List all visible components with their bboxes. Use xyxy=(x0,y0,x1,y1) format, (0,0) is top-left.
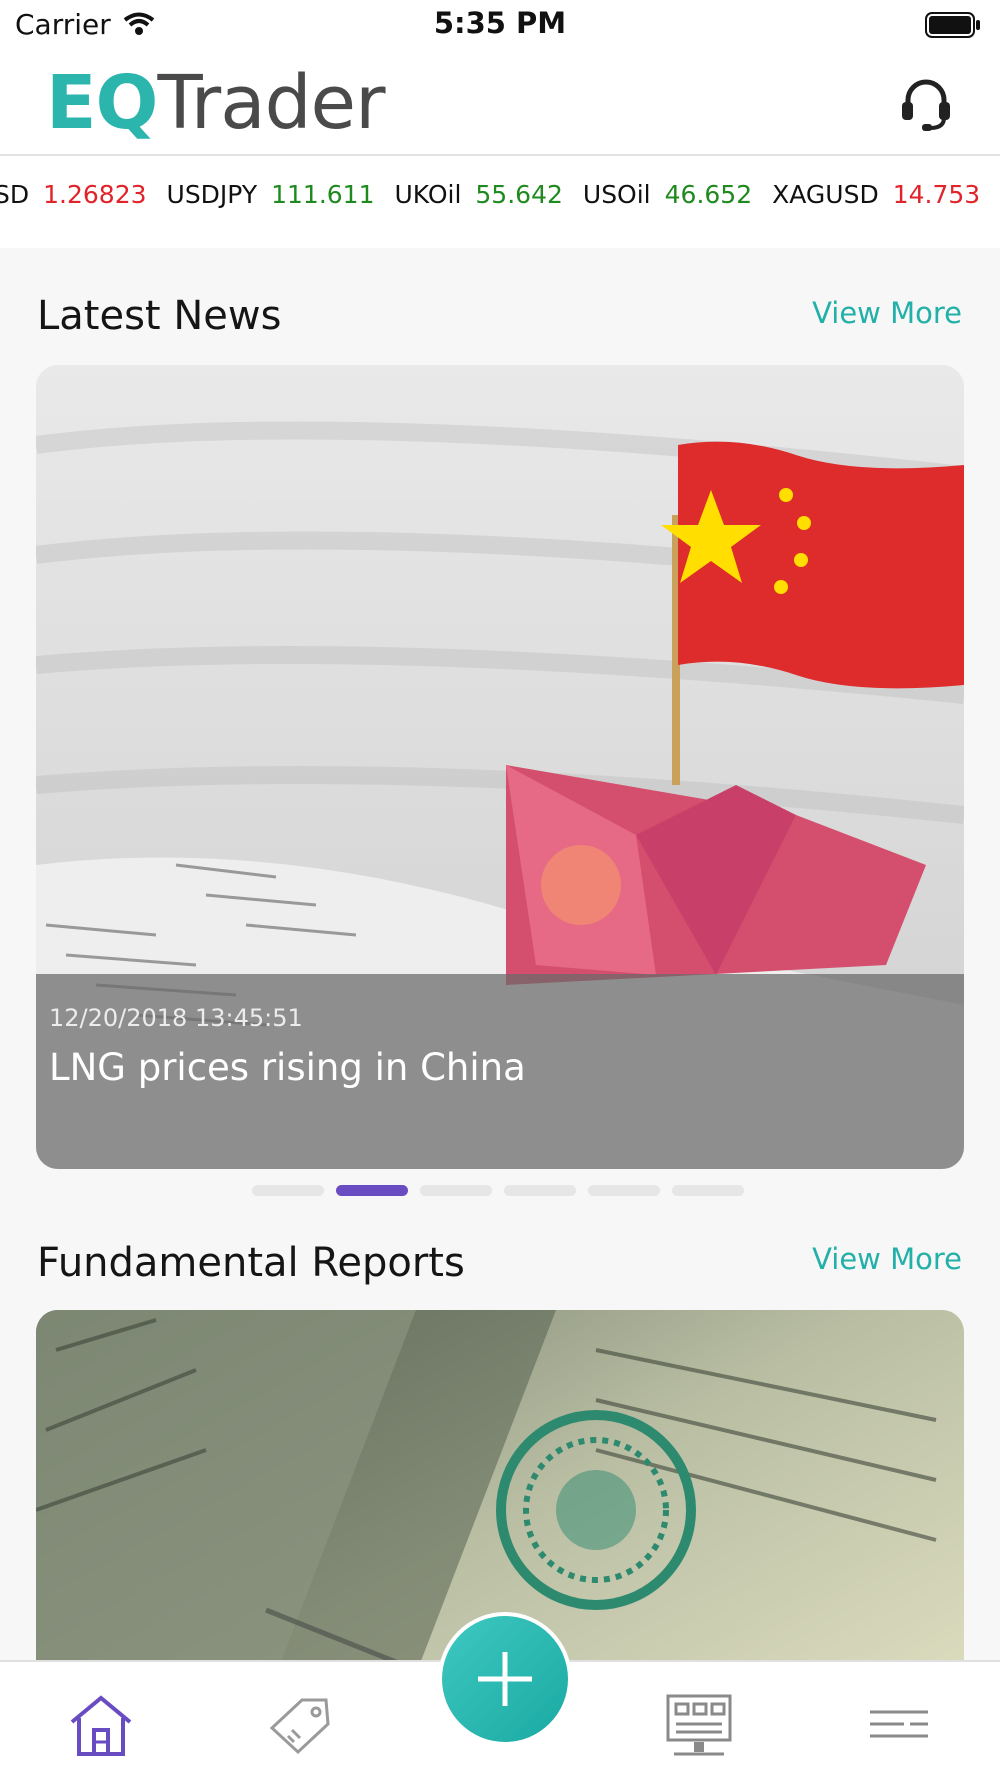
app-header: EQTrader xyxy=(0,50,1000,156)
carousel-dot[interactable] xyxy=(420,1185,492,1196)
ticker-price: 111.611 xyxy=(271,180,375,209)
news-board-icon[interactable] xyxy=(664,1692,734,1758)
ticker-price: 1.26823 xyxy=(43,180,147,209)
ticker-price: 55.642 xyxy=(475,180,563,209)
menu-icon[interactable] xyxy=(864,1692,934,1758)
status-bar: Carrier 5:35 PM xyxy=(0,0,1000,50)
price-ticker[interactable]: SD 1.26823 USDJPY 111.611 UKOil 55.642 USOil 46… xyxy=(0,156,1000,248)
logo-eq: EQ xyxy=(46,60,158,146)
home-icon[interactable] xyxy=(66,1692,136,1758)
carousel-dot[interactable] xyxy=(504,1185,576,1196)
ticker-price: 14.753 xyxy=(892,180,981,209)
ticker-symbol[interactable]: XAGUSD xyxy=(772,180,879,209)
app-logo: EQTrader xyxy=(46,60,386,146)
add-icon xyxy=(478,1652,532,1706)
latest-news-heading: Latest News xyxy=(37,293,282,339)
latest-news-view-more-link[interactable]: View More xyxy=(812,296,962,330)
news-caption-overlay: 12/20/2018 13:45:51 LNG prices rising in… xyxy=(36,974,964,1169)
ticker-symbol[interactable]: USDJPY xyxy=(167,180,258,209)
ticker-track: SD 1.26823 USDJPY 111.611 UKOil 55.642 USOil 46… xyxy=(0,180,1000,209)
battery-icon xyxy=(925,12,980,38)
logo-trader: Trader xyxy=(157,60,385,146)
carousel-dot[interactable] xyxy=(588,1185,660,1196)
news-card[interactable]: 12/20/2018 13:45:51 LNG prices rising in… xyxy=(36,365,964,1169)
headset-icon[interactable] xyxy=(898,74,954,132)
carousel-dot-active[interactable] xyxy=(336,1185,408,1196)
fundamental-reports-heading: Fundamental Reports xyxy=(37,1240,465,1286)
ticker-symbol[interactable]: USOil xyxy=(583,180,651,209)
news-headline: LNG prices rising in China xyxy=(49,1046,526,1089)
ticker-price: 46.652 xyxy=(664,180,753,209)
news-date: 12/20/2018 13:45:51 xyxy=(49,1004,303,1032)
clock: 5:35 PM xyxy=(433,6,567,40)
home-screen: Carrier 5:35 PM EQTrader SD 1.26823 USDJPY… xyxy=(0,0,1000,1778)
add-button-body xyxy=(442,1616,568,1742)
tag-icon[interactable] xyxy=(266,1692,336,1758)
carousel-dot[interactable] xyxy=(252,1185,324,1196)
add-button[interactable] xyxy=(438,1612,572,1746)
carousel-dot[interactable] xyxy=(672,1185,744,1196)
ticker-symbol[interactable]: UKOil xyxy=(395,180,462,209)
ticker-symbol[interactable]: SD xyxy=(0,180,29,209)
fundamental-reports-view-more-link[interactable]: View More xyxy=(812,1242,962,1276)
